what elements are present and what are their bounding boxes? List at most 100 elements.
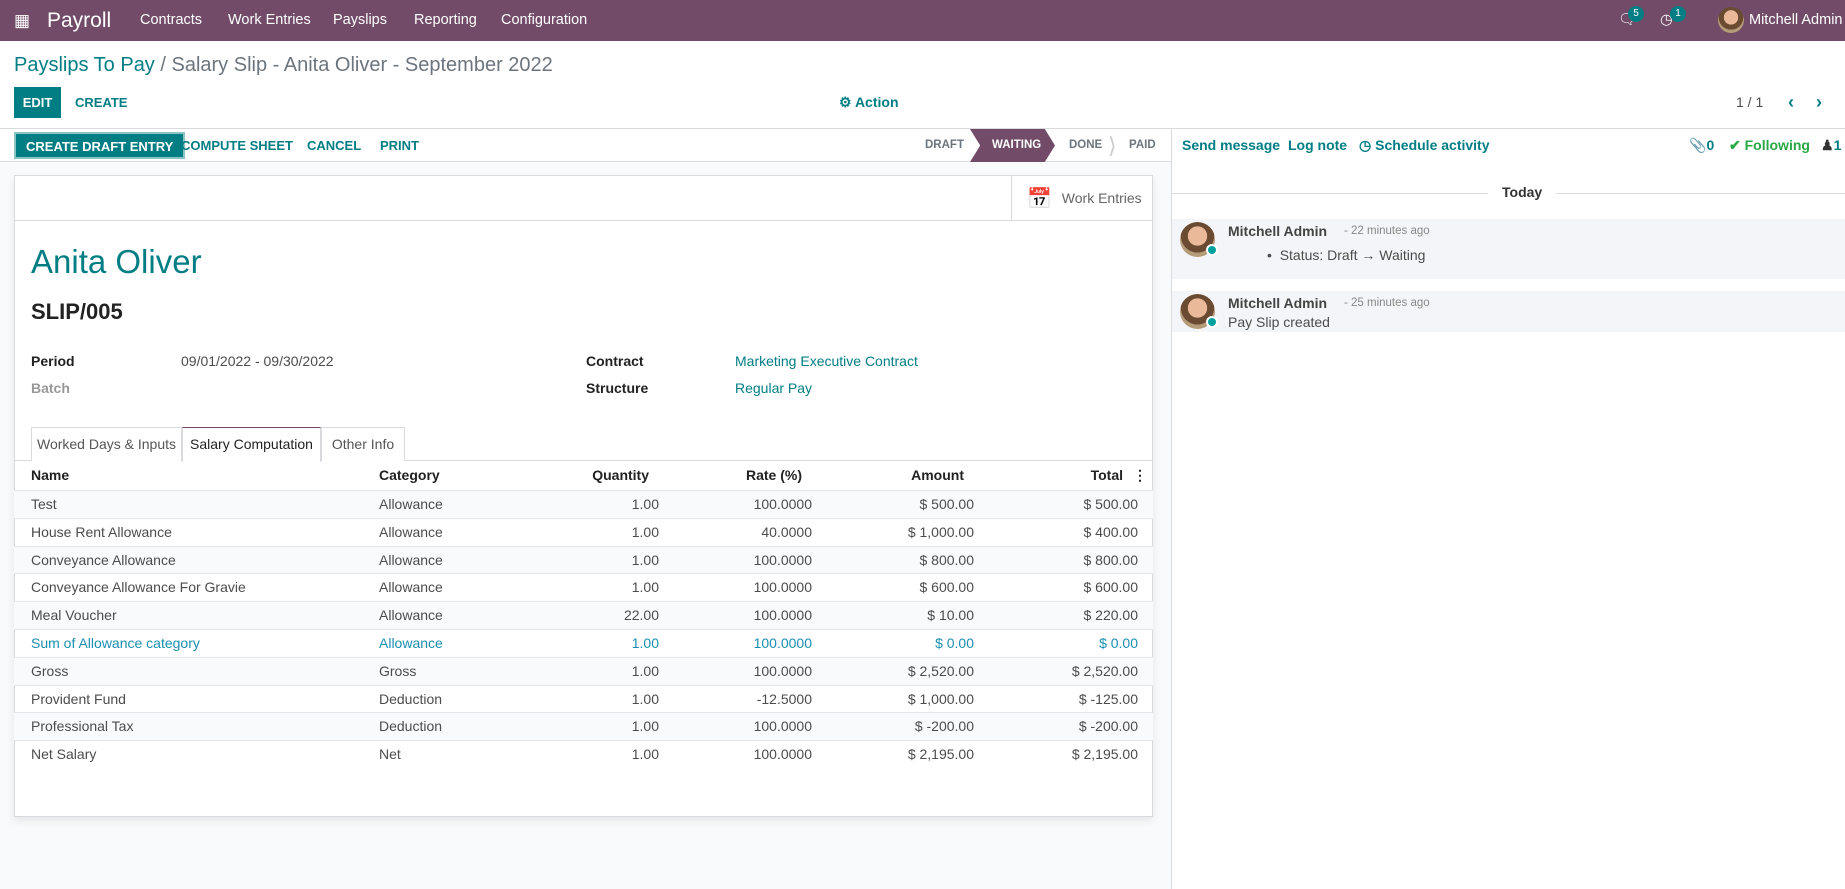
message-time: - 25 minutes ago (1344, 297, 1430, 309)
batch-label: Batch (31, 380, 70, 396)
menu-work-entries[interactable]: Work Entries (228, 0, 311, 41)
stage-done[interactable]: DONE (1069, 129, 1102, 162)
cell-rate: 100.0000 (753, 496, 812, 512)
top-navbar: ▦ Payroll Contracts Work Entries Payslip… (0, 0, 1845, 41)
author-avatar[interactable] (1180, 222, 1218, 257)
work-entries-button[interactable]: 📅 Work Entries (1011, 176, 1152, 220)
cell-rate: -12.5000 (756, 690, 812, 707)
cancel-button[interactable]: CANCEL (307, 132, 361, 159)
clock-icon: ◷ (1359, 137, 1372, 153)
table-row[interactable]: Test Allowance 1.00 100.0000 $ 500.00 $ 500.0… (14, 490, 1153, 518)
col-total[interactable]: Total (1091, 467, 1123, 483)
table-row[interactable]: Conveyance Allowance For Gravie Allowance… (14, 573, 1153, 601)
cell-name: House Rent Allowance (31, 523, 172, 540)
cell-quantity: 1.00 (631, 690, 659, 707)
followers-count: 1 (1833, 137, 1842, 153)
payslip-reference: SLIP/005 (31, 299, 123, 324)
cell-rate: 100.0000 (753, 579, 812, 596)
menu-payslips[interactable]: Payslips (333, 0, 387, 41)
col-name[interactable]: Name (31, 467, 69, 483)
pager-next-icon[interactable]: › (1816, 87, 1822, 118)
tab-other-info[interactable]: Other Info (321, 427, 405, 461)
cell-amount: $ 1,000.00 (907, 523, 974, 540)
table-row[interactable]: Sum of Allowance category Allowance 1.00 10… (14, 629, 1153, 657)
breadcrumb: Payslips To Pay / Salary Slip - Anita Ol… (14, 54, 553, 77)
schedule-activity-button[interactable]: ◷ Schedule activity (1359, 137, 1490, 154)
chatter: Send message Log note ◷ Schedule activit… (1171, 129, 1845, 889)
period-label: Period (31, 353, 75, 369)
gear-icon: ⚙ (839, 94, 852, 110)
optional-columns-icon[interactable]: ⋮ (1133, 467, 1147, 484)
cell-category: Allowance (379, 523, 443, 540)
col-category[interactable]: Category (379, 467, 440, 483)
app-name[interactable]: Payroll (47, 0, 111, 41)
table-row[interactable]: Conveyance Allowance Allowance 1.00 100.000… (14, 545, 1153, 574)
author-avatar[interactable] (1180, 294, 1218, 329)
col-rate[interactable]: Rate (%) (746, 467, 802, 483)
following-button[interactable]: ✔ Following (1729, 137, 1810, 154)
cell-category: Net (379, 746, 401, 763)
message-author[interactable]: Mitchell Admin (1228, 295, 1327, 311)
cell-name: Conveyance Allowance For Gravie (31, 579, 246, 596)
breadcrumb-parent[interactable]: Payslips To Pay (14, 54, 155, 76)
cell-quantity: 1.00 (631, 579, 659, 596)
table-row[interactable]: Gross Gross 1.00 100.0000 $ 2,520.00 $ 2,520.… (14, 656, 1153, 685)
menu-contracts[interactable]: Contracts (140, 0, 202, 41)
cell-name: Provident Fund (31, 690, 126, 707)
menu-configuration[interactable]: Configuration (501, 0, 587, 41)
log-note-button[interactable]: Log note (1288, 137, 1347, 153)
structure-link[interactable]: Regular Pay (735, 380, 812, 396)
table-row[interactable]: Provident Fund Deduction 1.00 -12.5000 $ 1,0… (14, 684, 1153, 713)
print-button[interactable]: PRINT (380, 132, 419, 159)
table-row[interactable]: Net Salary Net 1.00 100.0000 $ 2,195.00 $ 2,1… (14, 740, 1153, 768)
pager-value[interactable]: 1 / 1 (1736, 87, 1763, 118)
cell-category: Deduction (379, 718, 443, 735)
cell-name: Sum of Allowance category (31, 635, 200, 651)
apps-menu-icon[interactable]: ▦ (14, 0, 30, 41)
cell-amount: $ -200.00 (914, 718, 974, 735)
stage-draft[interactable]: DRAFT (925, 129, 964, 162)
menu-reporting[interactable]: Reporting (414, 0, 477, 41)
cell-rate: 100.0000 (753, 635, 812, 651)
cell-rate: 100.0000 (753, 662, 812, 679)
calendar-icon: 📅 (1027, 188, 1052, 211)
employee-name: Anita Oliver (31, 243, 202, 280)
create-draft-entry-button[interactable]: CREATE DRAFT ENTRY (14, 132, 186, 159)
cell-amount: $ 0.00 (935, 635, 974, 651)
online-status-icon (1206, 244, 1218, 256)
send-message-button[interactable]: Send message (1182, 137, 1280, 153)
stage-waiting[interactable]: WAITING (992, 129, 1041, 162)
followers-button[interactable]: ♟1 (1821, 137, 1841, 154)
cell-total: $ 800.00 (1083, 551, 1139, 568)
contract-label: Contract (586, 353, 644, 369)
tracking-value: Status: Draft → Waiting (1279, 247, 1426, 263)
col-quantity[interactable]: Quantity (592, 467, 649, 483)
contract-link[interactable]: Marketing Executive Contract (735, 353, 918, 369)
table-row[interactable]: House Rent Allowance Allowance 1.00 40.0000… (14, 517, 1153, 546)
edit-button[interactable]: EDIT (14, 87, 61, 118)
compute-sheet-button[interactable]: COMPUTE SHEET (181, 132, 293, 159)
message-author[interactable]: Mitchell Admin (1228, 223, 1327, 239)
stage-paid[interactable]: PAID (1129, 129, 1156, 162)
pager-previous-icon[interactable]: ‹ (1788, 87, 1794, 118)
button-box-divider (15, 220, 1152, 221)
attachments-button[interactable]: 📎0 (1689, 137, 1714, 154)
table-row[interactable]: Professional Tax Deduction 1.00 100.0000 $ -… (14, 712, 1153, 741)
table-row[interactable]: Meal Voucher Allowance 22.00 100.0000 $ 10.0… (14, 601, 1153, 630)
cell-quantity: 1.00 (631, 718, 659, 735)
user-menu[interactable]: Mitchell Admin (1749, 0, 1842, 41)
col-amount[interactable]: Amount (911, 467, 964, 483)
cell-amount: $ 2,195.00 (907, 746, 974, 763)
cell-total: $ 2,195.00 (1071, 746, 1138, 763)
cell-amount: $ 600.00 (919, 579, 975, 596)
user-avatar[interactable] (1718, 7, 1744, 33)
action-menu[interactable]: ⚙ Action (839, 87, 899, 118)
cell-name: Test (31, 496, 57, 512)
tab-salary-computation[interactable]: Salary Computation (182, 427, 321, 462)
cell-rate: 100.0000 (753, 551, 812, 568)
create-button[interactable]: CREATE (75, 87, 127, 118)
cell-amount: $ 500.00 (919, 496, 975, 512)
cell-quantity: 1.00 (631, 496, 659, 512)
activities-icon[interactable]: ◷ (1660, 0, 1673, 41)
tab-worked-days[interactable]: Worked Days & Inputs (31, 427, 182, 461)
